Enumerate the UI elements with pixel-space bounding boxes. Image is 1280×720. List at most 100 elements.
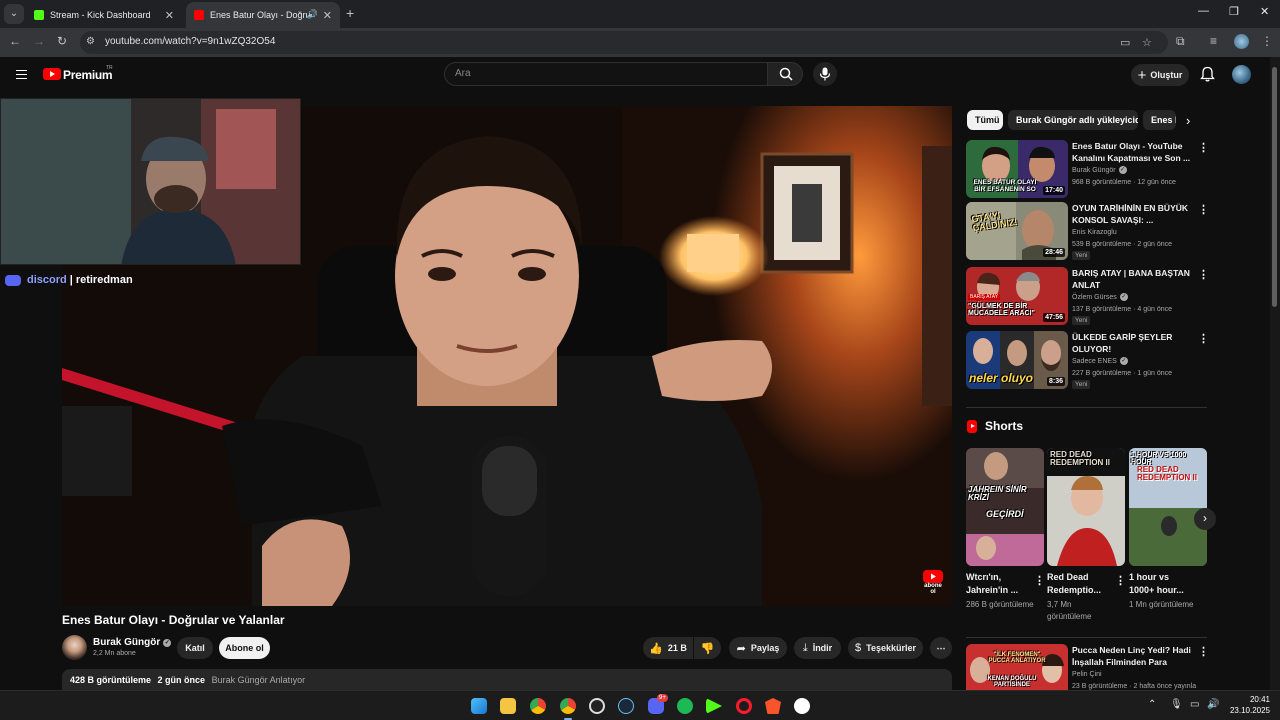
chrome-icon[interactable] xyxy=(530,698,546,714)
reload-button[interactable]: ↻ xyxy=(57,34,67,48)
recommendation-item[interactable]: BARIŞ ATAY "GÜLMEK DE BİR MÜCADELE ARACI… xyxy=(966,267,1212,325)
chip-all[interactable]: Tümü xyxy=(967,110,1003,130)
video-title[interactable]: Pucca Neden Linç Yedi? Hadi İnşallah Fil… xyxy=(1072,644,1196,668)
chip-from-uploader[interactable]: Burak Güngör adlı yükleyiciden xyxy=(1008,110,1138,130)
profile-avatar[interactable] xyxy=(1234,34,1249,49)
chip-enes[interactable]: Enes B xyxy=(1143,110,1176,130)
tab-youtube-video[interactable]: Enes Batur Olayı - Doğrular 🔊 ✕ xyxy=(186,2,340,28)
brand-label[interactable]: Premium xyxy=(63,68,113,82)
recommendation-item[interactable]: neler oluyo 8:36 ÜLKEDE GARİP ŞEYLER OLU… xyxy=(966,331,1212,389)
video-thumbnail[interactable]: BARIŞ ATAY "GÜLMEK DE BİR MÜCADELE ARACI… xyxy=(966,267,1068,325)
file-explorer-icon[interactable] xyxy=(500,698,516,714)
recommendation-item[interactable]: ENES BATUR OLAYI BİR EFSANENİN SO 17:40 … xyxy=(966,140,1212,198)
minimize-button[interactable]: — xyxy=(1198,5,1209,17)
like-button[interactable]: 👍 21 B xyxy=(643,637,693,659)
join-button[interactable]: Katıl xyxy=(177,637,213,659)
tray-overflow-icon[interactable]: ⌃ xyxy=(1148,699,1156,710)
close-icon[interactable]: ✕ xyxy=(323,9,332,22)
thanks-button[interactable]: $ Teşekkürler xyxy=(848,637,923,659)
short-thumbnail[interactable]: JAHREIN SİNİR KRİZİ GEÇİRDİ xyxy=(966,448,1044,566)
youtube-logo-icon[interactable] xyxy=(43,68,61,80)
more-vertical-icon[interactable]: ⋮ xyxy=(1198,645,1209,658)
channel-name[interactable]: Burak Güngör ✓ xyxy=(93,637,172,648)
brave-icon[interactable] xyxy=(765,698,781,714)
chevron-right-icon[interactable]: › xyxy=(1186,113,1190,128)
short-title[interactable]: Wtcrı'ın, Jahrein'in ... xyxy=(966,571,1032,597)
more-vertical-icon[interactable]: ⋮ xyxy=(1198,141,1209,154)
steam-icon[interactable] xyxy=(618,698,634,714)
dislike-button[interactable]: 👎 xyxy=(694,637,721,659)
microphone-tray-icon[interactable]: 🎙 xyxy=(1170,699,1183,710)
account-avatar[interactable] xyxy=(1232,65,1251,84)
channel-name[interactable]: Sadece ENES ✓ xyxy=(1072,356,1128,368)
opera-icon[interactable] xyxy=(736,698,752,714)
address-bar[interactable]: ⚙ youtube.com/watch?v=9n1wZQ32O54 ▭ ☆ xyxy=(80,31,1168,54)
reading-list-icon[interactable]: ≡ xyxy=(1210,34,1217,48)
channel-name[interactable]: Enis Kirazoglu xyxy=(1072,227,1117,239)
short-item[interactable]: 1 HOUR VS 1000 HOUR RED DEAD REDEMPTION … xyxy=(1129,448,1207,611)
search-button[interactable] xyxy=(767,62,803,86)
yandex-icon[interactable] xyxy=(794,698,810,714)
share-button[interactable]: ➦ Paylaş xyxy=(729,637,787,659)
channel-name[interactable]: Özlem Gürses ✓ xyxy=(1072,292,1128,304)
close-icon[interactable]: ✕ xyxy=(165,9,174,22)
forward-button[interactable]: → xyxy=(33,34,45,48)
tab-search-dropdown[interactable]: ⌄ xyxy=(4,4,24,24)
obs-icon[interactable] xyxy=(589,698,605,714)
notifications-bell-icon[interactable] xyxy=(1200,66,1215,82)
channel-name[interactable]: Pelin Çini xyxy=(1072,669,1102,681)
site-info-icon[interactable]: ⚙ xyxy=(86,36,95,47)
search-box[interactable] xyxy=(444,62,768,86)
video-title[interactable]: Enes Batur Olayı - YouTube Kanalını Kapa… xyxy=(1072,140,1196,164)
more-vertical-icon[interactable]: ⋮ xyxy=(1198,332,1209,345)
hamburger-menu-icon[interactable] xyxy=(16,70,27,79)
restore-button[interactable]: ❐ xyxy=(1229,5,1239,18)
cast-icon[interactable]: ▭ xyxy=(1120,36,1130,49)
short-thumbnail[interactable]: RED DEAD REDEMPTION II xyxy=(1047,448,1125,566)
system-clock[interactable]: 20:41 23.10.2025 xyxy=(1226,694,1270,716)
short-item[interactable]: JAHREIN SİNİR KRİZİ GEÇİRDİ Wtcrı'ın, Ja… xyxy=(966,448,1045,611)
channel-avatar[interactable] xyxy=(62,635,87,660)
description-box[interactable]: 428 B görüntüleme 2 gün önce Burak Güngö… xyxy=(62,669,952,691)
video-thumbnail[interactable]: GTA'YI ÇALDINIZ! 28:46 xyxy=(966,202,1068,260)
more-actions-button[interactable]: ⋯ xyxy=(930,637,952,659)
display-tray-icon[interactable]: ▭ xyxy=(1190,699,1199,710)
more-vertical-icon[interactable]: ⋮ xyxy=(1034,574,1045,587)
scrollbar-thumb[interactable] xyxy=(1272,67,1277,307)
video-title[interactable]: BARIŞ ATAY | BANA BAŞTAN ANLAT xyxy=(1072,267,1196,291)
extensions-icon[interactable]: ⧉ xyxy=(1176,34,1185,49)
video-thumbnail[interactable]: neler oluyo 8:36 xyxy=(966,331,1068,389)
video-title[interactable]: ÜLKEDE GARİP ŞEYLER OLUYOR! xyxy=(1072,331,1196,355)
shorts-next-button[interactable]: › xyxy=(1194,508,1216,530)
short-item[interactable]: RED DEAD REDEMPTION II Red Dead Redempti… xyxy=(1047,448,1126,623)
voice-search-button[interactable] xyxy=(813,62,837,86)
search-input[interactable] xyxy=(455,68,755,79)
kick-app-icon[interactable] xyxy=(706,698,722,714)
browser-menu-icon[interactable]: ⋮ xyxy=(1261,34,1273,48)
new-tab-button[interactable]: + xyxy=(346,5,354,21)
short-title[interactable]: Red Dead Redemptio... xyxy=(1047,571,1113,597)
window-close-button[interactable]: ✕ xyxy=(1260,5,1269,18)
more-vertical-icon[interactable]: ⋮ xyxy=(1115,574,1126,587)
recommendation-item[interactable]: GTA'YI ÇALDINIZ! 28:46 OYUN TARİHİNİN EN… xyxy=(966,202,1212,260)
spotify-icon[interactable] xyxy=(677,698,693,714)
audio-playing-icon[interactable]: 🔊 xyxy=(307,9,318,20)
video-title[interactable]: OYUN TARİHİNİN EN BÜYÜK KONSOL SAVAŞI: .… xyxy=(1072,202,1196,226)
more-vertical-icon[interactable]: ⋮ xyxy=(1198,203,1209,216)
short-thumbnail[interactable]: 1 HOUR VS 1000 HOUR RED DEAD REDEMPTION … xyxy=(1129,448,1207,566)
back-button[interactable]: ← xyxy=(9,34,21,48)
more-vertical-icon[interactable]: ⋮ xyxy=(1198,268,1209,281)
volume-icon[interactable]: 🔊 xyxy=(1207,699,1219,710)
bookmark-star-icon[interactable]: ☆ xyxy=(1142,36,1152,49)
tab-kick-dashboard[interactable]: Stream - Kick Dashboard ✕ xyxy=(26,2,182,28)
download-button[interactable]: ⤓ İndir xyxy=(794,637,841,659)
create-button[interactable]: + Oluştur xyxy=(1131,64,1189,86)
windows-start-icon[interactable] xyxy=(471,698,487,714)
chrome-active-icon[interactable] xyxy=(560,698,576,714)
short-title[interactable]: 1 hour vs 1000+ hour... xyxy=(1129,571,1195,597)
subscribe-button[interactable]: Abone ol xyxy=(219,637,270,659)
page-scrollbar[interactable] xyxy=(1270,57,1280,690)
channel-name[interactable]: Burak Güngör ✓ xyxy=(1072,165,1127,177)
video-thumbnail[interactable]: ENES BATUR OLAYI BİR EFSANENİN SO 17:40 xyxy=(966,140,1068,198)
subscribe-watermark[interactable]: abone ol xyxy=(921,570,945,595)
